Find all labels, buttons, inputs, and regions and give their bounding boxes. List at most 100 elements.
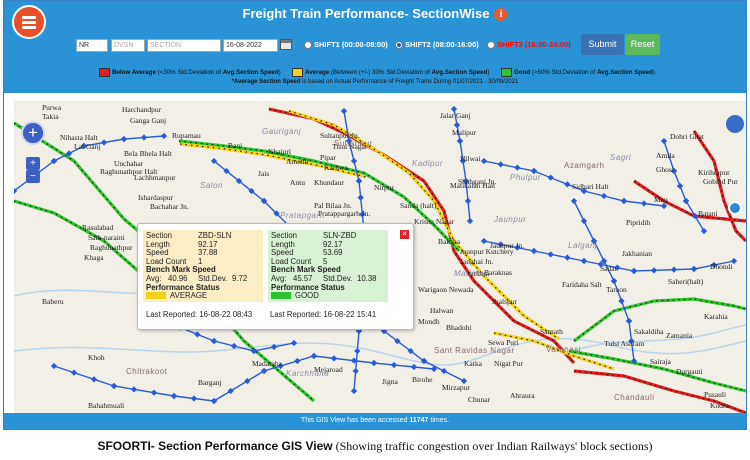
station-marker[interactable] — [625, 317, 633, 325]
district-label: Salon — [200, 181, 223, 190]
shift2-label: SHIFT2 (08:00-16:00) — [405, 40, 479, 49]
reset-button[interactable]: Reset — [625, 34, 660, 55]
station-marker[interactable] — [514, 164, 521, 171]
station-label: Katka — [464, 359, 482, 368]
station-label: Sath-naraini — [88, 233, 125, 242]
station-marker[interactable] — [310, 352, 318, 360]
station-marker[interactable] — [120, 135, 128, 143]
zoom-in-button[interactable]: + — [26, 157, 40, 170]
station-marker[interactable] — [580, 257, 588, 265]
station-marker[interactable] — [480, 237, 488, 245]
submit-button[interactable]: Submit — [581, 34, 624, 55]
station-marker[interactable] — [610, 277, 618, 285]
station-marker[interactable] — [355, 177, 363, 185]
station-marker[interactable] — [547, 251, 554, 258]
legend-desc: (>50% Std.Deviation of — [530, 69, 598, 76]
pan-control[interactable] — [21, 121, 45, 145]
station-marker[interactable] — [497, 161, 504, 168]
station-marker[interactable] — [564, 181, 571, 188]
station-marker[interactable] — [464, 197, 472, 205]
shift3-radio[interactable] — [487, 41, 495, 49]
station-marker[interactable] — [690, 265, 698, 273]
station-marker[interactable] — [670, 266, 678, 273]
station-marker[interactable] — [170, 392, 178, 400]
station-marker[interactable] — [480, 157, 488, 165]
legend-average: Average (Between (+/-) 30% Std.Deviation… — [305, 69, 489, 76]
station-marker[interactable] — [50, 362, 58, 370]
station-marker[interactable] — [660, 137, 668, 145]
station-marker[interactable] — [160, 132, 168, 140]
station-marker[interactable] — [194, 331, 201, 338]
location-pin-icon[interactable] — [728, 201, 742, 215]
station-marker[interactable] — [140, 134, 148, 141]
legend-good: Good (>50% Std.Deviation of Avg.Section … — [514, 69, 655, 76]
station-marker[interactable] — [357, 194, 364, 201]
app-window: Freight Train Performance- SectionWise i … — [3, 0, 747, 430]
station-marker[interactable] — [700, 227, 708, 235]
station-marker[interactable] — [456, 137, 464, 145]
station-label: Khundaur — [314, 178, 344, 187]
station-marker[interactable] — [352, 367, 359, 375]
close-icon[interactable]: ✕ — [400, 230, 409, 239]
district-label: Jaunpur — [494, 215, 527, 224]
station-marker[interactable] — [354, 347, 361, 355]
shift1-radio[interactable] — [304, 41, 312, 49]
station-marker[interactable] — [190, 395, 198, 402]
section-input[interactable]: SECTION — [147, 39, 221, 52]
station-label: Lachhmanpur — [134, 173, 176, 182]
station-marker[interactable] — [150, 389, 158, 396]
station-marker[interactable] — [130, 386, 138, 393]
district-label: Chitrakoot — [126, 367, 168, 376]
station-marker[interactable] — [390, 361, 398, 369]
station-label: Taraon — [606, 285, 627, 294]
station-marker[interactable] — [294, 357, 301, 365]
station-marker[interactable] — [260, 367, 268, 375]
last-reported-label: Last Reported: — [270, 310, 322, 319]
section-info-popup: ✕ Section ZBD-SLN Length 92.17 Speed 37.88 … — [137, 223, 414, 330]
station-marker[interactable] — [618, 297, 625, 305]
station-marker[interactable] — [244, 377, 251, 385]
date-input[interactable]: 16-08-2022 — [223, 39, 278, 52]
station-label: Warigaon Newada — [418, 285, 474, 294]
station-marker[interactable] — [600, 192, 608, 200]
station-marker[interactable] — [564, 254, 571, 261]
map-tool-icon[interactable] — [726, 115, 744, 133]
station-marker[interactable] — [210, 337, 218, 345]
station-marker[interactable] — [410, 363, 418, 371]
station-marker[interactable] — [90, 376, 98, 383]
station-label: Antu — [290, 178, 305, 187]
station-marker[interactable] — [330, 355, 338, 362]
station-marker[interactable] — [210, 397, 218, 405]
station-marker[interactable] — [640, 200, 648, 207]
station-label: Ahraura — [510, 391, 535, 400]
zoom-out-button[interactable]: − — [26, 170, 40, 183]
station-marker[interactable] — [227, 387, 234, 395]
division-input[interactable]: DVSN — [111, 39, 145, 52]
page-title: Freight Train Performance- SectionWise i — [4, 6, 746, 21]
station-marker[interactable] — [466, 217, 474, 225]
station-marker[interactable] — [650, 267, 658, 274]
station-marker[interactable] — [530, 247, 538, 255]
station-marker[interactable] — [340, 107, 348, 115]
std-dev-value: 10.38 — [357, 273, 377, 283]
station-marker[interactable] — [620, 197, 628, 205]
station-marker[interactable] — [682, 197, 690, 205]
shift2-radio[interactable] — [395, 41, 403, 49]
station-marker[interactable] — [350, 387, 358, 395]
station-marker[interactable] — [676, 182, 684, 190]
station-marker[interactable] — [440, 367, 448, 375]
station-marker[interactable] — [290, 339, 298, 347]
station-marker[interactable] — [630, 267, 638, 275]
station-marker[interactable] — [100, 139, 108, 146]
station-marker[interactable] — [547, 174, 554, 181]
station-marker[interactable] — [580, 217, 588, 225]
station-marker[interactable] — [110, 382, 118, 390]
station-marker[interactable] — [570, 197, 578, 205]
zone-input[interactable]: NR — [76, 39, 108, 52]
station-marker[interactable] — [350, 157, 358, 165]
station-label: Zamania — [666, 331, 693, 340]
info-icon[interactable]: i — [494, 8, 508, 21]
station-marker[interactable] — [370, 359, 378, 367]
calendar-icon[interactable] — [280, 39, 292, 50]
station-marker[interactable] — [70, 369, 78, 376]
